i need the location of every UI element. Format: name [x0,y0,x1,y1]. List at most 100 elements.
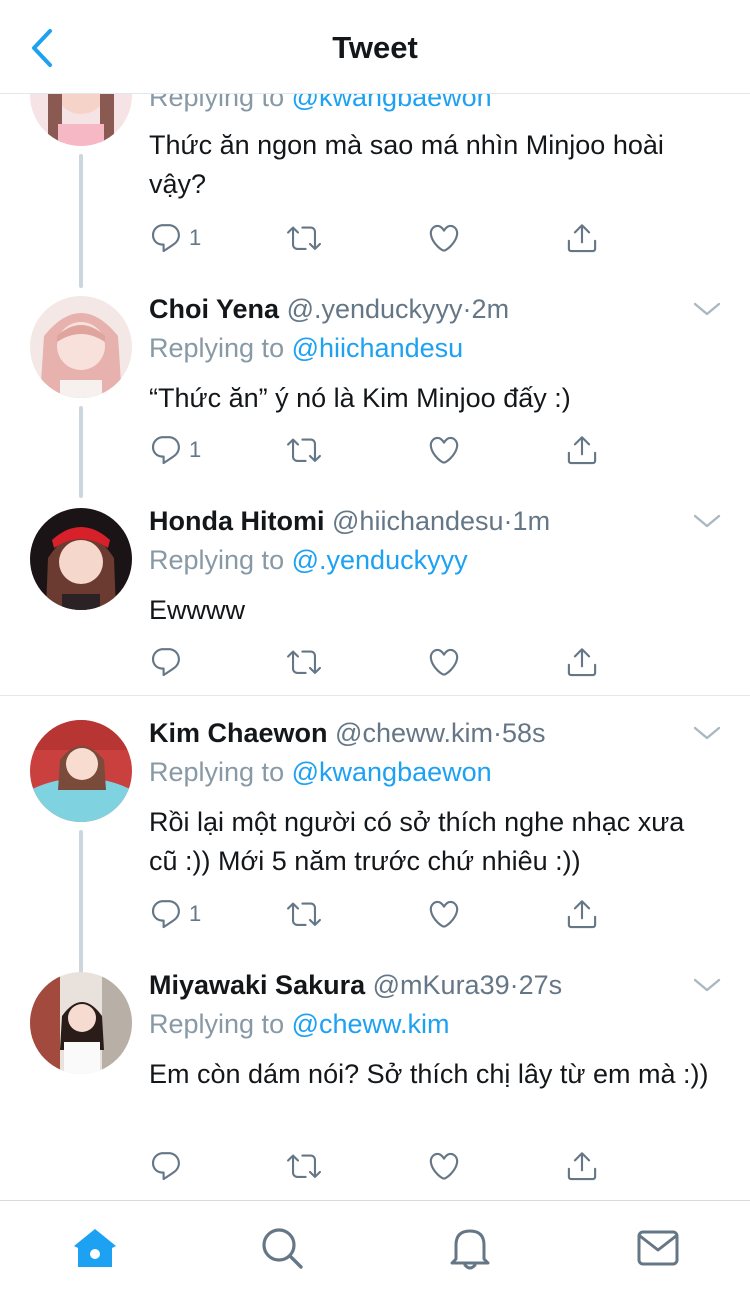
conversation-divider [0,695,750,696]
tweet-text: Em còn dám nói? Sở thích chị lây từ em m… [149,1059,709,1089]
reply-count: 1 [189,225,202,250]
like-button[interactable] [427,642,461,682]
share-button[interactable] [565,894,599,934]
reply-count: 1 [189,901,202,926]
avatar[interactable] [30,296,132,398]
heart-icon [427,221,461,255]
reply-icon [149,433,183,467]
timestamp: 58s [502,718,546,748]
user-handle[interactable]: @mKura39 [373,970,510,1000]
retweet-button[interactable] [287,1146,321,1186]
mention-link[interactable]: @cheww.kim [292,1009,450,1039]
heart-icon [427,433,461,467]
chevron-down-icon[interactable] [692,974,722,996]
tweet-text: Rồi lại một người có sở thích nghe nhạc … [149,807,685,876]
retweet-icon [287,645,321,679]
share-icon [565,897,599,931]
timestamp: 2m [471,294,510,324]
tweet-actions [149,1146,619,1186]
reply-count: 1 [189,437,202,462]
chevron-down-icon[interactable] [692,722,722,744]
share-icon [565,645,599,679]
reply-icon [149,1149,183,1183]
retweet-button[interactable] [287,642,321,682]
replying-to: Replying to @cheww.kim [149,1009,450,1039]
thread-line [79,406,83,498]
mention-link[interactable]: @hiichandesu [292,333,464,363]
reply-button[interactable]: 1 [149,218,201,258]
home-icon [74,1229,116,1267]
tab-home[interactable] [70,1223,120,1273]
tweet-actions: 1 [149,894,619,934]
like-button[interactable] [427,430,461,470]
like-button[interactable] [427,894,461,934]
mention-link[interactable]: @kwangbaewon [292,757,492,787]
display-name[interactable]: Kim Chaewon [149,718,328,748]
bell-icon [450,1229,490,1270]
tab-messages[interactable] [633,1223,683,1273]
meta-separator: · [509,970,519,1000]
user-handle[interactable]: @hiichandesu [332,506,504,536]
retweet-icon [287,1149,321,1183]
share-button[interactable] [565,218,599,258]
heart-icon [427,897,461,931]
share-button[interactable] [565,430,599,470]
reply-icon [149,645,183,679]
share-icon [565,433,599,467]
top-nav-bar: Tweet [0,0,750,94]
mail-icon [637,1230,679,1266]
reply-button[interactable]: 1 [149,430,201,470]
display-name[interactable]: Choi Yena [149,294,279,324]
timestamp: 27s [518,970,563,1000]
retweet-icon [287,221,321,255]
chevron-down-icon[interactable] [692,298,722,320]
tweet-meta: Choi Yena @.yenduckyyy·2m [149,292,509,326]
share-button[interactable] [565,642,599,682]
tweet-text: “Thức ăn” ý nó là Kim Minjoo đấy :) [149,383,571,413]
like-button[interactable] [427,218,461,258]
tweet-meta: Honda Hitomi @hiichandesu·1m [149,504,550,538]
heart-icon [427,645,461,679]
search-icon [262,1228,303,1269]
reply-button[interactable] [149,642,189,682]
like-button[interactable] [427,1146,461,1186]
tab-search[interactable] [257,1223,307,1273]
avatar[interactable] [30,972,132,1074]
replying-to: Replying to @kwangbaewon [149,757,492,787]
display-name[interactable]: Honda Hitomi [149,506,325,536]
thread-line [79,154,83,288]
avatar[interactable] [30,720,132,822]
chevron-down-icon[interactable] [692,510,722,532]
tweet-text: Thức ăn ngon mà sao má nhìn Minjoo hoài … [149,130,664,199]
page-title: Tweet [332,30,418,65]
tweet-thread: Replying to @kwangbaewon Thức ăn ngon mà… [0,0,750,1200]
tweet-actions: 1 [149,430,619,470]
display-name[interactable]: Miyawaki Sakura [149,970,365,1000]
reply-icon [149,221,183,255]
retweet-button[interactable] [287,218,321,258]
share-icon [565,221,599,255]
reply-button[interactable] [149,1146,189,1186]
user-handle[interactable]: @cheww.kim [335,718,493,748]
timestamp: 1m [512,506,551,536]
share-button[interactable] [565,1146,599,1186]
tweet-actions: 1 [149,218,619,258]
replying-to: Replying to @.yenduckyyy [149,545,468,575]
reply-icon [149,897,183,931]
reply-button[interactable]: 1 [149,894,201,934]
user-handle[interactable]: @.yenduckyyy [287,294,463,324]
tweet-text: Ewwww [149,595,246,625]
retweet-icon [287,897,321,931]
retweet-button[interactable] [287,894,321,934]
share-icon [565,1149,599,1183]
tweet-meta: Kim Chaewon @cheww.kim·58s [149,716,546,750]
avatar[interactable] [30,508,132,610]
replying-to: Replying to @hiichandesu [149,333,464,363]
thread-line [79,830,83,978]
tab-notifications[interactable] [445,1223,495,1273]
meta-separator: · [503,506,513,536]
mention-link[interactable]: @.yenduckyyy [292,545,468,575]
heart-icon [427,1149,461,1183]
tweet-actions [149,642,619,682]
retweet-button[interactable] [287,430,321,470]
